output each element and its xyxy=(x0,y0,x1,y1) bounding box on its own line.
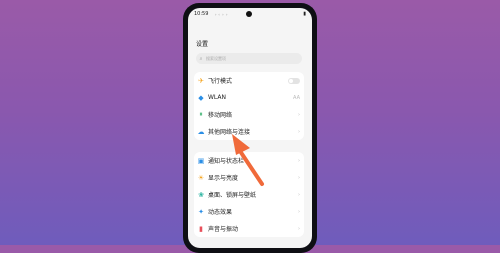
setting-notifications[interactable]: ▣ 通知与状态栏 › xyxy=(194,152,304,169)
setting-wlan[interactable]: ◆ WLAN AA xyxy=(194,89,304,106)
setting-dynamic-effects[interactable]: ✦ 动态效果 › xyxy=(194,203,304,220)
search-icon: ⌕ xyxy=(199,55,203,62)
setting-label: 显示与亮度 xyxy=(208,175,239,182)
wallpaper-icon: ❀ xyxy=(198,190,204,199)
settings-group-display: ▣ 通知与状态栏 › ☀ 显示与亮度 › ❀ 桌面、锁屏与壁纸 › ✦ 动态效果… xyxy=(194,152,304,237)
search-input[interactable]: ⌕ 搜索设置项 xyxy=(196,53,302,64)
setting-wallpaper[interactable]: ❀ 桌面、锁屏与壁纸 › xyxy=(194,186,304,203)
cloud-icon: ☁ xyxy=(197,127,205,136)
camera-punch-hole xyxy=(246,11,252,17)
search-placeholder: 搜索设置项 xyxy=(206,55,226,61)
setting-label: 声音与振动 xyxy=(208,226,239,233)
setting-label: WLAN xyxy=(208,94,227,101)
settings-group-network: ✈ 飞行模式 ◆ WLAN AA ⏸ 移动网络 › ☁ 其他网络与连接 › xyxy=(194,72,304,140)
setting-label: 飞行模式 xyxy=(208,78,233,85)
chevron-right-icon: › xyxy=(298,225,300,232)
chevron-right-icon: › xyxy=(298,191,300,198)
setting-label: 动态效果 xyxy=(208,209,233,216)
chevron-right-icon: › xyxy=(298,157,300,164)
setting-label: 移动网络 xyxy=(208,112,233,119)
setting-label: 其他网络与连接 xyxy=(208,129,251,136)
chevron-right-icon: › xyxy=(298,128,300,135)
setting-label: 桌面、锁屏与壁纸 xyxy=(208,192,257,199)
setting-sound-vibration[interactable]: ▮ 声音与振动 › xyxy=(194,220,304,237)
setting-other-networks[interactable]: ☁ 其他网络与连接 › xyxy=(194,123,304,140)
brightness-icon: ☀ xyxy=(197,173,205,182)
status-icons: ◦ ◦ ◦ ◦ xyxy=(214,11,228,17)
setting-mobile-network[interactable]: ⏸ 移动网络 › xyxy=(194,106,304,123)
phone-screen: 10:59 ◦ ◦ ◦ ◦ ▮ 设置 ⌕ 搜索设置项 ✈ 飞行模式 ◆ WLAN… xyxy=(188,8,312,248)
mobile-network-icon: ⏸ xyxy=(199,110,203,118)
notification-icon: ▣ xyxy=(197,156,205,165)
airplane-icon: ✈ xyxy=(198,76,204,85)
wlan-status: AA xyxy=(293,94,300,101)
sound-icon: ▮ xyxy=(199,224,203,233)
setting-display-brightness[interactable]: ☀ 显示与亮度 › xyxy=(194,169,304,186)
dynamic-effects-icon: ✦ xyxy=(198,207,204,216)
chevron-right-icon: › xyxy=(298,174,300,181)
airplane-mode-toggle[interactable] xyxy=(288,77,300,84)
wifi-icon: ◆ xyxy=(198,93,204,102)
page-title: 设置 xyxy=(196,41,209,48)
battery-icon: ▮ xyxy=(303,11,306,17)
chevron-right-icon: › xyxy=(298,111,300,118)
status-time: 10:59 xyxy=(194,11,209,17)
setting-label: 通知与状态栏 xyxy=(208,158,245,165)
chevron-right-icon: › xyxy=(298,208,300,215)
setting-airplane-mode[interactable]: ✈ 飞行模式 xyxy=(194,72,304,89)
